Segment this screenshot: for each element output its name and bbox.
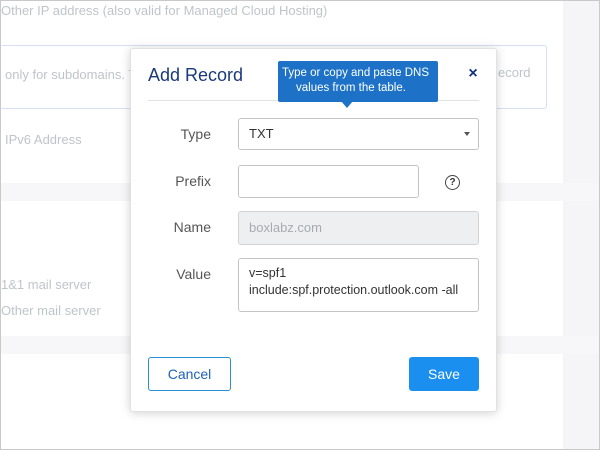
name-input: boxlabz.com [238, 211, 479, 245]
help-icon[interactable]: ? [445, 175, 460, 190]
tooltip-line-1: Type or copy and paste DNS [282, 67, 430, 79]
tooltip-arrow [341, 101, 353, 108]
value-label: Value [176, 266, 211, 282]
dialog-title: Add Record [148, 65, 244, 85]
close-icon[interactable]: × [466, 66, 480, 82]
value-line-2: include:spf.protection.outlook.com -all [249, 283, 459, 297]
tooltip-line-2: values from the table. [296, 82, 406, 94]
type-select-value: TXT [249, 126, 274, 141]
value-line-1: v=spf1 [249, 266, 287, 280]
app-frame: Other IP address (also valid for Managed… [0, 0, 600, 450]
dns-tooltip: Type or copy and paste DNS values from t… [278, 61, 438, 102]
chevron-down-icon [464, 132, 470, 136]
save-button[interactable]: Save [409, 357, 479, 391]
name-label: Name [173, 219, 211, 235]
prefix-label: Prefix [175, 173, 211, 189]
cancel-button[interactable]: Cancel [148, 357, 231, 391]
type-select[interactable]: TXT [238, 118, 479, 150]
add-record-dialog: Add Record × Type or copy and paste DNS … [130, 48, 497, 412]
prefix-input[interactable] [238, 165, 419, 198]
type-label: Type [180, 126, 211, 142]
value-textarea[interactable]: v=spf1 include:spf.protection.outlook.co… [238, 258, 479, 312]
